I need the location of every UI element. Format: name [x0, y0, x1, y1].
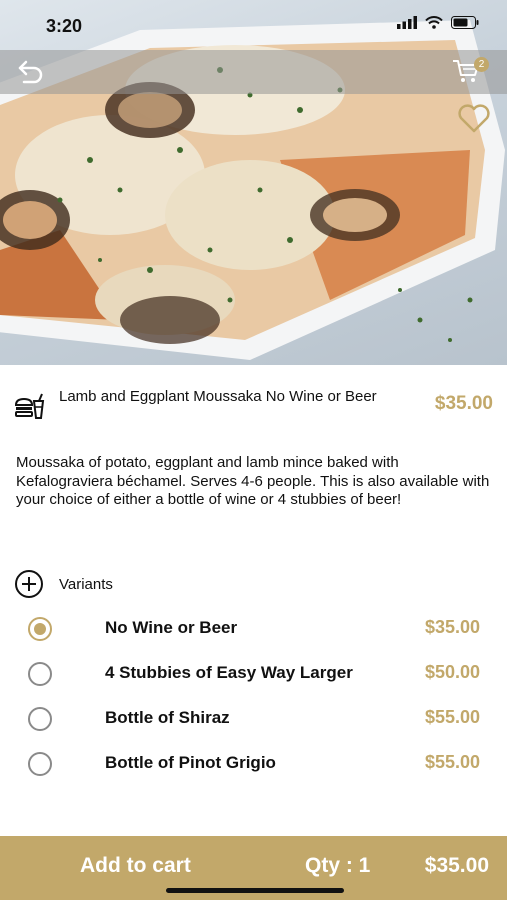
variant-option-shiraz[interactable]: Bottle of Shiraz $55.00	[0, 699, 507, 739]
total-price: $35.00	[424, 854, 489, 877]
add-to-cart-bar[interactable]: Add to cart Qty : 1 $35.00	[0, 836, 507, 900]
radio-unselected[interactable]	[28, 707, 52, 731]
food-icon	[14, 393, 45, 419]
heart-icon	[458, 104, 490, 133]
product-name: Lamb and Eggplant Moussaka No Wine or Be…	[59, 388, 377, 405]
add-to-cart-button[interactable]: Add to cart	[80, 854, 191, 878]
variants-header[interactable]: Variants	[14, 570, 113, 598]
radio-unselected[interactable]	[28, 662, 52, 686]
variant-option-stubbies[interactable]: 4 Stubbies of Easy Way Larger $50.00	[0, 654, 507, 694]
variant-name: No Wine or Beer	[105, 618, 238, 637]
variant-price: $35.00	[424, 617, 480, 637]
variant-price: $55.00	[424, 707, 480, 727]
cart-button[interactable]: 2	[451, 56, 489, 88]
top-nav-bar: 2	[0, 50, 507, 94]
battery-icon	[451, 16, 479, 29]
back-arrow-icon	[18, 60, 43, 84]
radio-unselected[interactable]	[28, 752, 52, 776]
product-price: $35.00	[434, 393, 493, 414]
favorite-button[interactable]	[457, 104, 491, 134]
wifi-icon	[425, 16, 443, 29]
plus-circle-icon	[15, 570, 43, 598]
quantity-label[interactable]: Qty : 1	[305, 854, 370, 878]
product-description: Moussaka of potato, eggplant and lamb mi…	[16, 454, 490, 508]
status-time: 3:20	[46, 16, 83, 36]
status-bar: 3:20	[0, 0, 507, 50]
variant-name: 4 Stubbies of Easy Way Larger	[105, 663, 353, 682]
variant-option-no-wine[interactable]: No Wine or Beer $35.00	[0, 609, 507, 649]
product-title-row: Lamb and Eggplant Moussaka No Wine or Be…	[0, 365, 507, 441]
cart-count-badge: 2	[474, 57, 489, 72]
variant-price: $55.00	[424, 752, 480, 772]
home-indicator	[166, 888, 344, 893]
variant-price: $50.00	[424, 662, 480, 682]
cellular-signal-icon	[397, 16, 417, 29]
variant-name: Bottle of Pinot Grigio	[105, 753, 276, 772]
status-icons	[397, 16, 479, 29]
variants-label: Variants	[59, 575, 113, 593]
variant-option-pinot-grigio[interactable]: Bottle of Pinot Grigio $55.00	[0, 744, 507, 784]
radio-selected[interactable]	[28, 617, 52, 641]
variant-name: Bottle of Shiraz	[105, 708, 230, 727]
back-button[interactable]	[16, 58, 46, 86]
